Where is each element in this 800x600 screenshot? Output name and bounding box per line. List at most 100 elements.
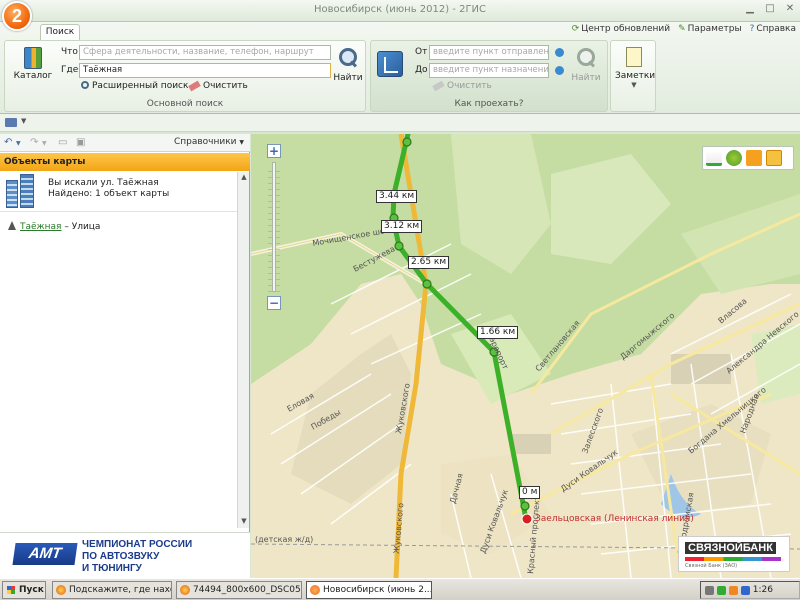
distance-label-3: 2.65 км <box>408 256 450 269</box>
taskbar: Пуск Подскажите, где нахо... 74494_800x6… <box>0 578 800 600</box>
magnifier-small-icon <box>81 81 89 89</box>
to-pin-icon[interactable] <box>555 66 564 75</box>
what-input[interactable]: Сфера деятельности, название, телефон, н… <box>79 45 331 60</box>
street-icon <box>8 221 16 230</box>
start-button[interactable]: Пуск <box>2 581 46 599</box>
map-objects-header: Объекты карты <box>0 153 250 171</box>
main-search-group-label: Основной поиск <box>146 99 224 109</box>
settings-icon: ✎ <box>678 24 686 34</box>
minimize-button[interactable]: ▁ <box>742 2 758 16</box>
taskbar-item-2[interactable]: 74494_800x600_DSC05... <box>176 581 302 599</box>
found-count-text: Найдено: 1 объект карты <box>48 189 170 199</box>
notes-group: Заметки ▼ <box>610 40 656 112</box>
ribbon: Поиск ⟳ Центр обновлений ✎ Параметры ? Спра… <box>0 22 800 114</box>
updates-link[interactable]: ⟳ Центр обновлений <box>572 24 670 34</box>
ad-banner[interactable]: АМТ ЧЕМПИОНАТ РОССИИ ПО АВТОЗВУКУ И ТЮНИ… <box>0 532 250 578</box>
catalog-icon <box>24 47 42 69</box>
forward-icon[interactable]: ↷ <box>30 137 38 148</box>
help-icon: ? <box>749 24 755 34</box>
highlight-icon[interactable] <box>746 150 762 166</box>
quick-access-dropdown-icon[interactable]: ▼ <box>21 117 26 125</box>
notes-icon <box>626 47 642 67</box>
route-icon[interactable] <box>377 51 403 77</box>
tray-speaker-icon[interactable] <box>705 586 714 595</box>
left-panel-toolbar: ↶ ▼ ↷ ▼ ▭ ▣ Справочники ▼ <box>0 134 250 152</box>
taskbar-item-3[interactable]: Новосибирск (июнь 2... <box>306 581 432 599</box>
search-icon <box>338 47 358 67</box>
eraser-disabled-icon <box>432 80 445 92</box>
settings-link[interactable]: ✎ Параметры <box>678 24 741 34</box>
layers-icon[interactable] <box>726 150 742 166</box>
catalog-button[interactable]: Каталог <box>13 45 53 91</box>
printer-icon[interactable] <box>5 118 17 127</box>
main-search-group: Каталог Что Сфера деятельности, название… <box>4 40 366 112</box>
route-find-button[interactable]: Найти <box>571 47 601 83</box>
print-icon[interactable]: ▭ <box>58 137 67 148</box>
title-bar: 2 Новосибирск (июнь 2012) - 2ГИС ▁ □ ✕ <box>0 0 800 31</box>
window-title: Новосибирск (июнь 2012) - 2ГИС <box>313 4 487 15</box>
route-group: От введите пункт отправления До введите … <box>370 40 608 112</box>
search-summary: Вы искали ул. Таёжная Найдено: 1 объект … <box>0 172 238 212</box>
svyaznoy-bank-logo[interactable]: СВЯЗНОЙБАНК Связной Банк (ЗАО) <box>678 536 790 572</box>
scroll-up-icon[interactable]: ▲ <box>239 173 249 183</box>
map-canvas: Мочищенское шоссе Бестужева Жуковского Ж… <box>251 134 800 578</box>
to-label: До <box>415 65 428 75</box>
find-button[interactable]: Найти <box>333 47 363 83</box>
result-type: – Улица <box>64 222 101 232</box>
help-link[interactable]: ? Справка <box>750 24 796 34</box>
distance-label-1: 3.44 км <box>376 190 418 203</box>
app-logo-icon[interactable]: 2 <box>2 1 32 31</box>
clear-search-link[interactable]: Очистить <box>188 80 248 92</box>
from-pin-icon[interactable] <box>555 48 564 57</box>
street-label-detskaya: (детская ж/д) <box>255 535 313 544</box>
refresh-icon: ⟳ <box>571 24 580 34</box>
quick-access-bar: ▼ <box>0 114 800 132</box>
distance-label-5: 0 м <box>519 486 541 499</box>
top-links: ⟳ Центр обновлений ✎ Параметры ? Справка <box>572 24 796 34</box>
metro-icon[interactable] <box>521 513 533 525</box>
export-icon[interactable]: ▣ <box>76 137 85 148</box>
chevron-down-icon: ▼ <box>631 81 637 89</box>
close-button[interactable]: ✕ <box>782 2 798 16</box>
zoom-in-button[interactable]: + <box>267 144 281 158</box>
amt-logo: АМТ <box>12 543 78 565</box>
clock: 1:26 <box>752 585 773 595</box>
from-input[interactable]: введите пункт отправления <box>429 45 549 60</box>
map-tools <box>702 146 794 170</box>
maximize-button[interactable]: □ <box>762 2 778 16</box>
result-item-taezhnaya[interactable]: Таёжная – Улица <box>8 221 100 232</box>
zoom-slider[interactable] <box>272 162 276 292</box>
taskbar-item-1[interactable]: Подскажите, где нахо... <box>52 581 172 599</box>
building-icon <box>4 174 38 208</box>
back-icon[interactable]: ↶ <box>4 137 12 148</box>
selection-icon[interactable] <box>766 150 782 166</box>
left-panel-scrollbar[interactable]: ▲ ▼ <box>237 172 249 528</box>
zoom-control: + − <box>265 144 283 316</box>
eraser-icon <box>188 80 201 92</box>
where-input[interactable]: Таёжная <box>79 63 331 78</box>
window-controls: ▁ □ ✕ <box>742 2 798 16</box>
result-link[interactable]: Таёжная <box>20 222 61 232</box>
route-clear-link[interactable]: Очистить <box>432 80 492 92</box>
route-group-label: Как проехать? <box>454 99 524 109</box>
ruler-icon[interactable] <box>706 150 722 166</box>
tray-network-icon[interactable] <box>717 586 726 595</box>
tray-language-icon[interactable] <box>741 586 750 595</box>
to-input[interactable]: введите пункт назначения <box>429 63 549 78</box>
what-label: Что <box>61 47 78 57</box>
ad-text: ЧЕМПИОНАТ РОССИИ ПО АВТОЗВУКУ И ТЮНИНГУ <box>82 539 193 574</box>
notes-button[interactable]: Заметки ▼ <box>615 45 655 89</box>
references-dropdown[interactable]: Справочники ▼ <box>174 137 244 147</box>
map-view[interactable]: Мочищенское шоссе Бестужева Жуковского Ж… <box>251 134 800 578</box>
back-dropdown-icon[interactable]: ▼ <box>16 140 21 147</box>
tab-search[interactable]: Поиск <box>40 24 80 40</box>
scroll-down-icon[interactable]: ▼ <box>239 517 249 527</box>
chevron-down-icon: ▼ <box>239 139 244 146</box>
metro-station-label[interactable]: Заельцовская (Ленинская линия) <box>535 514 694 524</box>
search-disabled-icon <box>576 47 596 67</box>
from-label: От <box>415 47 428 57</box>
forward-dropdown-icon[interactable]: ▼ <box>42 140 47 147</box>
advanced-search-link[interactable]: Расширенный поиск <box>81 81 188 91</box>
zoom-out-button[interactable]: − <box>267 296 281 310</box>
tray-app-icon[interactable] <box>729 586 738 595</box>
